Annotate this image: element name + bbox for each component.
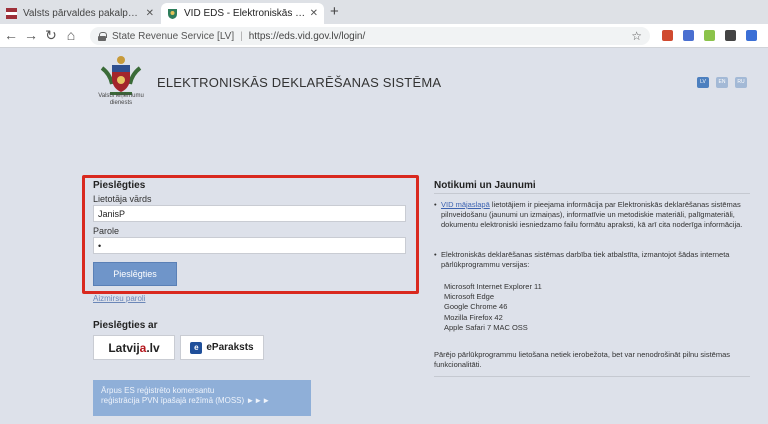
eparaksts-icon: e [190,341,203,354]
browser-entry: Microsoft Edge [444,292,495,302]
news-footer: Pārējo pārlūkprogrammu lietošana netiek … [434,350,730,369]
site-organization: State Revenue Service [LV] [112,30,235,42]
latvija-highlight: a [139,340,147,355]
login-title: Pieslēgties [93,180,146,191]
extension-icon[interactable] [683,30,694,41]
bookmark-star-icon[interactable]: ☆ [631,29,642,43]
moss-line-1: Ārpus ES reģistrēto komersantu [101,386,215,395]
news-item-browsers: Elektroniskās deklarēšanas sistēmas darb… [434,250,752,270]
eparaksts-label: eParaksts [206,342,254,353]
forward-icon[interactable]: → [22,26,40,44]
tab-title: VID EDS - Elektroniskās deklarēšan [184,8,306,19]
password-label: Parole [93,226,120,236]
vid-logo-icon [98,54,144,98]
coat-of-arms-icon [167,8,178,19]
extension-icon[interactable] [746,30,757,41]
latvija-suffix: .lv [146,340,160,355]
browser-nav-bar: ← → ↻ ⌂ State Revenue Service [LV] | htt… [0,24,768,48]
language-lv[interactable]: LV [697,77,709,88]
browser-tab-vid-eds[interactable]: VID EDS - Elektroniskās deklarēšan ✕ [161,3,324,24]
browser-entry: Google Chrome 46 [444,302,508,312]
address-url: https://eds.vid.gov.lv/login/ [248,30,366,42]
eparaksts-button[interactable]: e eParaksts [180,335,264,360]
alt-login-title: Pieslēgties ar [93,320,158,331]
news-divider [434,193,750,194]
moss-line-2: reģistrācija PVN īpašajā režīmā (MOSS) ►… [101,396,271,405]
close-tab-icon[interactable]: ✕ [146,8,154,19]
new-tab-icon[interactable]: + [330,3,339,21]
latvia-flag-icon [6,8,17,19]
browser-entry: Mozilla Firefox 42 [444,312,503,322]
news-item-vid: VID mājaslapā lietotājiem ir pieejama in… [434,200,752,229]
tab-title: Valsts pārvaldes pakalpojumu po [23,8,142,19]
language-ru[interactable]: RU [735,77,747,88]
close-tab-icon[interactable]: ✕ [310,8,318,19]
browser-entry: Apple Safari 7 MAC OSS [444,322,528,332]
latvija-lv-button[interactable]: Latvij a .lv [93,335,175,360]
password-input[interactable] [93,237,406,254]
home-icon[interactable]: ⌂ [62,26,80,44]
reload-icon[interactable]: ↻ [42,26,60,44]
address-bar[interactable]: State Revenue Service [LV] | https://eds… [90,27,650,45]
news-item-text: Elektroniskās deklarēšanas sistēmas darb… [441,250,730,269]
news-title: Notikumi un Jaunumi [434,180,536,191]
login-button[interactable]: Pieslēgties [93,262,177,286]
address-separator: | [240,30,243,42]
extension-icon[interactable] [662,30,673,41]
language-en[interactable]: EN [716,77,728,88]
username-input[interactable] [93,205,406,222]
latvija-text: Latvij [108,340,140,355]
forgot-password-link[interactable]: Aizmirsu paroli [93,294,145,303]
news-divider [434,376,750,377]
back-icon[interactable]: ← [2,26,20,44]
username-label: Lietotāja vārds [93,194,152,204]
lock-icon [98,31,107,41]
browser-entry: Microsoft Internet Explorer 11 [444,282,542,291]
vid-website-link[interactable]: VID mājaslapā [441,200,490,209]
extension-icon[interactable] [704,30,715,41]
extension-icon[interactable] [725,30,736,41]
supported-browsers-list: Microsoft Internet Explorer 11 Microsoft… [444,282,542,333]
logo-caption: Valsts ieņēmumu dienests [98,93,144,106]
browser-tab-bar: Valsts pārvaldes pakalpojumu po ✕ VID ED… [0,0,768,24]
moss-registration-button[interactable]: Ārpus ES reģistrēto komersantu reģistrāc… [93,380,311,416]
browser-tab-pakalpojumi[interactable]: Valsts pārvaldes pakalpojumu po ✕ [0,3,160,24]
page-title: ELEKTRONISKĀS DEKLARĒŠANAS SISTĒMA [157,75,442,90]
